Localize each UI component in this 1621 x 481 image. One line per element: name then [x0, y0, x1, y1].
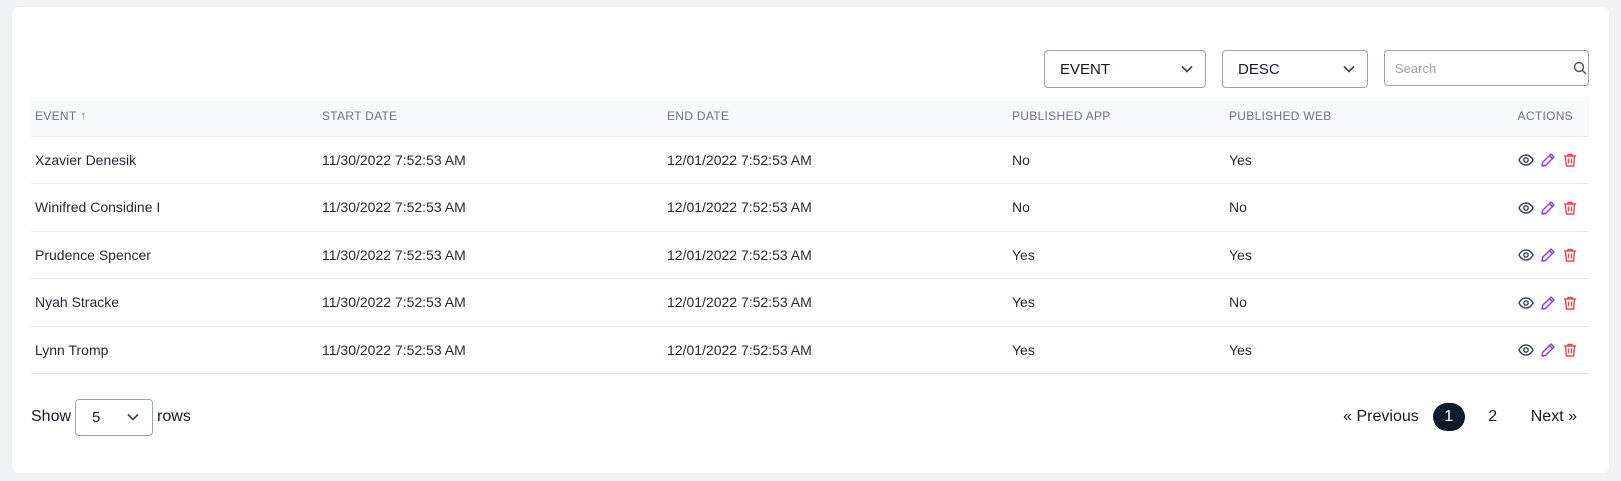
cell-end-date: 12/01/2022 7:52:53 AM [667, 246, 812, 263]
cell-end-date: 12/01/2022 7:52:53 AM [667, 294, 812, 311]
column-header-end-date[interactable]: END DATE [663, 97, 1008, 136]
chevron-down-icon [1181, 65, 1193, 73]
eye-icon[interactable] [1518, 247, 1534, 263]
cell-published-web: No [1229, 199, 1247, 216]
cell-event: Nyah Stracke [35, 294, 120, 311]
trash-icon[interactable] [1562, 247, 1578, 263]
cell-published-app: Yes [1012, 341, 1035, 358]
pencil-icon[interactable] [1540, 152, 1556, 168]
table-row: Lynn Tromp 11/30/2022 7:52:53 AM 12/01/2… [31, 326, 1589, 374]
toolbar: EVENT DESC [12, 50, 1609, 88]
next-page-link[interactable]: Next » [1531, 408, 1577, 426]
cell-event: Winifred Considine I [35, 199, 161, 216]
chevron-down-icon [1343, 65, 1355, 73]
trash-icon[interactable] [1562, 342, 1578, 358]
events-card: EVENT DESC EVENT↑ START DATE END DATE PU… [12, 7, 1609, 473]
cell-actions [1447, 231, 1589, 279]
cell-published-app: No [1012, 151, 1030, 168]
cell-actions [1447, 184, 1589, 232]
rows-per-page-select[interactable]: 5 [75, 398, 154, 436]
cell-published-app: Yes [1012, 294, 1035, 311]
chevron-down-icon [127, 413, 139, 421]
pencil-icon[interactable] [1540, 342, 1556, 358]
pagination: « Previous 1 2 Next » [1343, 398, 1589, 436]
cell-event: Xzavier Denesik [35, 151, 137, 168]
column-header-event[interactable]: EVENT ↑ [31, 97, 318, 136]
trash-icon[interactable] [1562, 295, 1578, 311]
sort-ascending-icon: ↑ [80, 110, 87, 123]
cell-actions [1447, 326, 1589, 374]
cell-end-date: 12/01/2022 7:52:53 AM [667, 199, 812, 216]
sort-field-value: EVENT [1060, 60, 1111, 78]
cell-published-web: Yes [1229, 246, 1252, 263]
cell-event: Prudence Spencer [35, 246, 151, 263]
eye-icon[interactable] [1518, 200, 1534, 216]
page-button-2[interactable]: 2 [1477, 403, 1509, 431]
search-input[interactable] [1385, 51, 1571, 85]
trash-icon[interactable] [1562, 200, 1578, 216]
table-row: Xzavier Denesik 11/30/2022 7:52:53 AM 12… [31, 136, 1589, 184]
cell-start-date: 11/30/2022 7:52:53 AM [322, 341, 466, 358]
cell-start-date: 11/30/2022 7:52:53 AM [322, 294, 466, 311]
cell-actions [1447, 279, 1589, 327]
page-button-1[interactable]: 1 [1432, 403, 1465, 431]
cell-published-app: No [1012, 199, 1030, 216]
rows-label: rows [157, 408, 191, 425]
cell-actions [1447, 136, 1589, 184]
table-row: Nyah Stracke 11/30/2022 7:52:53 AM 12/01… [31, 279, 1589, 327]
pencil-icon[interactable] [1540, 247, 1556, 263]
pencil-icon[interactable] [1540, 295, 1556, 311]
sort-order-value: DESC [1238, 60, 1280, 78]
column-header-start-date[interactable]: START DATE [318, 97, 663, 136]
table-header-row: EVENT ↑ START DATE END DATE PUBLISHED APP… [31, 97, 1589, 136]
eye-icon[interactable] [1518, 342, 1534, 358]
show-label: Show [31, 408, 72, 425]
cell-published-web: No [1229, 294, 1247, 311]
rows-per-page-value: 5 [92, 408, 101, 426]
cell-start-date: 11/30/2022 7:52:53 AM [322, 199, 466, 216]
table-row: Winifred Considine I 11/30/2022 7:52:53 … [31, 184, 1589, 232]
previous-page-link[interactable]: « Previous [1343, 408, 1419, 426]
pencil-icon[interactable] [1540, 200, 1556, 216]
sort-order-select[interactable]: DESC [1222, 50, 1368, 88]
eye-icon[interactable] [1518, 295, 1534, 311]
cell-published-web: Yes [1229, 341, 1252, 358]
column-header-published-web[interactable]: PUBLISHED WEB [1225, 97, 1447, 136]
trash-icon[interactable] [1562, 152, 1578, 168]
cell-end-date: 12/01/2022 7:52:53 AM [667, 341, 812, 358]
table-row: Prudence Spencer 11/30/2022 7:52:53 AM 1… [31, 231, 1589, 279]
rows-per-page: Show 5 rows [31, 398, 191, 436]
cell-event: Lynn Tromp [35, 341, 109, 358]
cell-published-web: Yes [1229, 151, 1252, 168]
sort-field-select[interactable]: EVENT [1044, 50, 1206, 88]
cell-end-date: 12/01/2022 7:52:53 AM [667, 151, 812, 168]
column-header-actions: ACTIONS [1517, 109, 1573, 124]
eye-icon[interactable] [1518, 152, 1534, 168]
search-box [1384, 50, 1589, 86]
cell-start-date: 11/30/2022 7:52:53 AM [322, 246, 466, 263]
cell-start-date: 11/30/2022 7:52:53 AM [322, 151, 466, 168]
column-header-published-app[interactable]: PUBLISHED APP [1008, 97, 1225, 136]
table-footer: Show 5 rows « Previous 1 2 Next » [31, 398, 1589, 436]
search-icon[interactable] [1571, 61, 1588, 75]
events-table: EVENT ↑ START DATE END DATE PUBLISHED APP… [31, 97, 1589, 374]
cell-published-app: Yes [1012, 246, 1035, 263]
